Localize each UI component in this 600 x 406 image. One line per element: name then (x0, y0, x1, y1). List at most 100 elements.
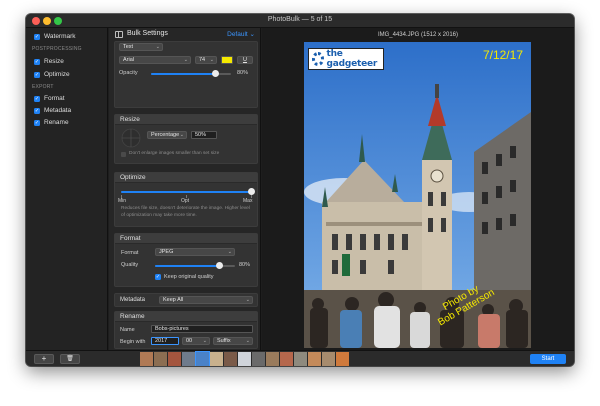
section-postprocessing: POSTPROCESSING (32, 46, 82, 52)
watermark-panel: Text ⌄ Arial ⌄ 74 ⌄ U Opacity 80% (114, 41, 258, 108)
optimize-min-label: Min (118, 198, 127, 204)
font-select[interactable]: Arial ⌄ (119, 56, 191, 64)
opacity-label: Opacity (119, 70, 138, 76)
settings-title: Bulk Settings (127, 30, 168, 37)
resize-mode-value: Percentage (151, 132, 180, 138)
quality-slider-fill (155, 265, 219, 267)
optimize-note: Reduces file size, doesn't deteriorate t… (121, 206, 250, 218)
metadata-value: Keep All (163, 297, 184, 303)
watermark-checkbox[interactable] (34, 33, 40, 40)
font-size-select[interactable]: 74 ⌄ (195, 56, 217, 64)
sidebar-item-label: Optimize (44, 71, 70, 78)
thumbnail[interactable] (238, 352, 251, 366)
keep-original-label: Keep original quality (164, 274, 214, 280)
resize-value-input[interactable]: 50% (191, 131, 217, 139)
rename-panel-title: Rename (115, 312, 257, 322)
sidebar-item-metadata[interactable]: Metadata (34, 106, 71, 115)
resize-mode-select[interactable]: Percentage ⌄ (147, 131, 187, 139)
settings-panel: Bulk Settings Default ⌄ Text ⌄ Arial ⌄ 74 ⌄… (109, 28, 261, 350)
rename-checkbox[interactable] (34, 119, 40, 126)
font-value: Arial (123, 57, 135, 63)
font-size-value: 74 (199, 57, 206, 63)
resize-checkbox[interactable] (34, 58, 40, 65)
format-panel-title: Format (115, 234, 257, 244)
watermark-type-value: Text (123, 44, 134, 50)
sidebar-toggle-icon[interactable] (115, 31, 123, 38)
settings-header: Bulk Settings Default ⌄ (109, 28, 261, 41)
rename-name-label: Name (120, 327, 135, 333)
sidebar-item-label: Rename (44, 119, 69, 126)
optimize-slider[interactable] (121, 188, 255, 195)
sidebar-item-optimize[interactable]: Optimize (34, 70, 70, 79)
format-panel: Format Format JPEG⌄ Quality 80% Keep ori… (114, 233, 258, 287)
add-images-button[interactable]: + (34, 354, 54, 364)
quality-slider[interactable] (155, 262, 235, 269)
rename-name-input[interactable]: Bobs-pictures (151, 325, 253, 333)
metadata-select[interactable]: Keep All ⌄ (159, 296, 253, 304)
format-checkbox[interactable] (34, 95, 40, 102)
thumbnail[interactable] (336, 352, 349, 366)
thumbnail[interactable] (182, 352, 195, 366)
thumbnail[interactable] (224, 352, 237, 366)
rename-digits-select[interactable]: 00 ⌄ (182, 337, 210, 345)
keep-original-checkbox[interactable] (155, 274, 161, 280)
quality-slider-knob[interactable] (215, 262, 223, 269)
resize-anchor-icon[interactable] (121, 128, 141, 148)
color-swatch[interactable] (221, 56, 233, 64)
start-button[interactable]: Start (530, 354, 566, 364)
optimize-panel: Optimize Min Opt Max Reduces file size, … (114, 172, 258, 227)
opacity-value: 80% (237, 70, 249, 76)
rename-position-select[interactable]: Suffix ⌄ (213, 337, 253, 345)
gear-icon (312, 52, 325, 66)
opacity-slider-fill (151, 73, 215, 75)
preview-area: IMG_4434.JPG (1512 x 2016) the gadgeteer… (262, 28, 574, 350)
optimize-opt-label: Opt (181, 198, 190, 204)
preview-photo: the gadgeteer 7/12/17 Photo by Bob Patte… (304, 42, 531, 348)
sidebar-item-label: Format (44, 95, 65, 102)
optimize-checkbox[interactable] (34, 71, 40, 78)
optimize-panel-title: Optimize (115, 173, 257, 183)
sidebar-item-format[interactable]: Format (34, 94, 65, 103)
window-title: PhotoBulk — 5 of 15 (267, 16, 333, 23)
format-select[interactable]: JPEG ⌄ (155, 248, 235, 256)
section-export: EXPORT (32, 84, 54, 90)
thumbnail[interactable] (168, 352, 181, 366)
bottom-bar: + 🗑 Start (26, 350, 574, 366)
opacity-slider-knob[interactable] (211, 70, 219, 77)
sidebar-item-watermark[interactable]: Watermark (34, 32, 76, 41)
sidebar-item-resize[interactable]: Resize (34, 57, 64, 66)
metadata-checkbox[interactable] (34, 107, 40, 114)
optimize-slider-knob[interactable] (247, 188, 255, 195)
rename-begin-label: Begin with (120, 339, 146, 345)
thumbnail[interactable] (266, 352, 279, 366)
app-window: PhotoBulk — 5 of 15 Watermark POSTPROCES… (26, 14, 574, 366)
preset-dropdown[interactable]: Default ⌄ (227, 30, 255, 38)
thumbnail[interactable] (308, 352, 321, 366)
underline-button[interactable]: U (237, 56, 253, 64)
thumbnail[interactable] (280, 352, 293, 366)
sidebar-item-rename[interactable]: Rename (34, 118, 69, 127)
format-label: Format (121, 250, 139, 256)
thumbnail-strip (140, 351, 350, 366)
trash-button[interactable]: 🗑 (60, 354, 80, 364)
date-overlay: 7/12/17 (482, 48, 523, 62)
metadata-panel: Metadata Keep All ⌄ (114, 293, 258, 307)
opacity-slider[interactable] (151, 70, 231, 77)
resize-panel-title: Resize (115, 115, 257, 125)
sidebar-item-label: Metadata (44, 107, 72, 114)
logo-text: the gadgeteer (326, 49, 378, 69)
thumbnail[interactable] (210, 352, 223, 366)
thumbnail[interactable] (154, 352, 167, 366)
thumbnail[interactable] (252, 352, 265, 366)
quality-value: 80% (239, 262, 251, 268)
thumbnail[interactable] (294, 352, 307, 366)
preset-label: Default (227, 31, 248, 38)
thumbnail[interactable] (140, 352, 153, 366)
optimize-slider-fill (121, 191, 251, 193)
thumbnail[interactable] (322, 352, 335, 366)
watermark-type-select[interactable]: Text ⌄ (119, 43, 163, 51)
dont-enlarge-checkbox[interactable] (121, 152, 126, 157)
resize-panel: Resize Percentage ⌄ 50% Don't enlarge ima… (114, 114, 258, 164)
thumbnail[interactable] (195, 351, 210, 366)
rename-begin-input[interactable]: 2017 (151, 337, 179, 345)
